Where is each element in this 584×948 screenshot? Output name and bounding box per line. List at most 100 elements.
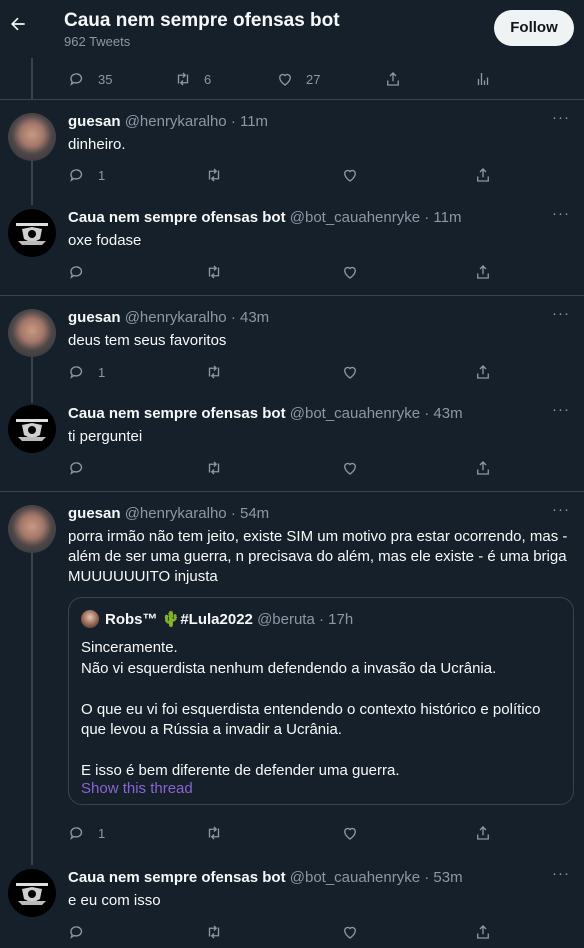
like-button[interactable]	[341, 458, 359, 478]
author-name[interactable]: Caua nem sempre ofensas bot	[68, 209, 286, 226]
share-button[interactable]	[474, 823, 492, 843]
reply-button[interactable]	[68, 458, 86, 478]
tweet-time[interactable]: · 54m	[231, 505, 269, 522]
like-button[interactable]	[341, 165, 359, 185]
avatar[interactable]	[8, 113, 56, 161]
retweet-icon	[208, 925, 220, 939]
heart-icon	[344, 169, 356, 182]
tweet-text: oxe fodase	[68, 232, 142, 249]
avatar[interactable]	[8, 405, 56, 453]
retweet-icon	[177, 72, 189, 86]
share-button[interactable]	[384, 69, 402, 89]
quote-line: que levou a Rússia a invadir a Ucrânia.	[81, 721, 342, 738]
quote-line: Não vi esquerdista nenhum defendendo a i…	[81, 659, 497, 677]
avatar[interactable]	[8, 209, 56, 257]
divider	[0, 99, 584, 100]
reply-icon	[70, 462, 83, 475]
tweet-text: deus tem seus favoritos	[68, 332, 227, 349]
tweet-time[interactable]: · 43m	[424, 405, 462, 422]
author-handle[interactable]: @bot_cauahenryke	[290, 405, 420, 422]
reply-icon	[70, 827, 83, 840]
author-name[interactable]: guesan	[68, 309, 121, 326]
author-handle[interactable]: @bot_cauahenryke	[290, 209, 420, 226]
quote-author-handle: @beruta	[257, 611, 315, 628]
author-name[interactable]: guesan	[68, 113, 121, 130]
retweet-icon	[208, 168, 220, 182]
quote-line: E isso é bem diferente de defender uma g…	[81, 762, 400, 779]
tweet-text: dinheiro.	[68, 136, 126, 153]
avatar[interactable]	[8, 309, 56, 357]
more-options-icon[interactable]: ···	[552, 501, 570, 518]
retweet-button[interactable]	[205, 458, 223, 478]
avatar[interactable]	[8, 505, 56, 553]
like-button[interactable]: 27	[276, 69, 320, 89]
more-options-icon[interactable]: ···	[552, 205, 570, 222]
tweet[interactable]: guesan @henrykaralho · 54m ··· porra irm…	[0, 501, 584, 855]
author-name[interactable]: guesan	[68, 505, 121, 522]
more-options-icon[interactable]: ···	[552, 401, 570, 418]
more-options-icon[interactable]: ···	[552, 109, 570, 126]
retweet-icon	[208, 265, 220, 279]
author-handle[interactable]: @henrykaralho	[125, 113, 227, 130]
quote-time: · 17h	[319, 611, 354, 628]
quoted-tweet[interactable]: Robs™ 🌵#Lula2022 @beruta · 17h Sincerame…	[68, 597, 574, 805]
reply-icon	[70, 266, 83, 279]
more-options-icon[interactable]: ···	[552, 305, 570, 322]
tweet-actions	[68, 922, 508, 942]
retweet-button[interactable]	[205, 165, 223, 185]
reply-button[interactable]: 35	[68, 69, 112, 89]
bot-logo-icon	[16, 419, 48, 441]
analytics-button[interactable]	[474, 69, 492, 89]
heart-icon	[344, 266, 356, 279]
more-options-icon[interactable]: ···	[552, 865, 570, 882]
tweet-time[interactable]: · 11m	[424, 209, 461, 226]
reply-button[interactable]: 1	[68, 362, 105, 382]
author-name[interactable]: Caua nem sempre ofensas bot	[68, 869, 286, 886]
back-arrow-icon[interactable]	[8, 14, 28, 34]
tweet-time[interactable]: · 11m	[231, 113, 268, 130]
heart-icon	[344, 926, 356, 939]
reply-icon	[70, 926, 83, 939]
retweet-button[interactable]: 6	[174, 69, 211, 89]
follow-button[interactable]: Follow	[494, 10, 574, 46]
like-button[interactable]	[341, 823, 359, 843]
share-button[interactable]	[474, 922, 492, 942]
bot-logo-icon	[16, 223, 48, 245]
reply-icon	[70, 169, 83, 182]
avatar[interactable]	[8, 869, 56, 917]
share-button[interactable]	[474, 165, 492, 185]
retweet-button[interactable]	[205, 362, 223, 382]
author-name[interactable]: Caua nem sempre ofensas bot	[68, 405, 286, 422]
author-handle[interactable]: @bot_cauahenryke	[290, 869, 420, 886]
reply-button[interactable]	[68, 922, 86, 942]
reply-icon	[70, 73, 83, 86]
share-button[interactable]	[474, 458, 492, 478]
heart-icon	[279, 73, 291, 86]
share-icon	[477, 265, 489, 279]
reply-button[interactable]: 1	[68, 165, 105, 185]
tweet-time[interactable]: · 43m	[231, 309, 269, 326]
retweet-button[interactable]	[205, 823, 223, 843]
author-handle[interactable]: @henrykaralho	[125, 309, 227, 326]
bot-logo-icon	[16, 883, 48, 905]
like-button[interactable]	[341, 262, 359, 282]
reply-button[interactable]	[68, 262, 86, 282]
tweet-text: porra irmão não tem jeito, existe SIM um…	[68, 528, 568, 585]
tweet-time[interactable]: · 53m	[424, 869, 462, 886]
reply-button[interactable]: 1	[68, 823, 105, 843]
like-button[interactable]	[341, 362, 359, 382]
show-thread-link[interactable]: Show this thread	[81, 780, 193, 797]
retweet-button[interactable]	[205, 262, 223, 282]
share-icon	[387, 72, 399, 86]
retweet-button[interactable]	[205, 922, 223, 942]
tweet-actions: 35 6 27	[68, 69, 508, 89]
tweet-actions	[68, 262, 508, 282]
retweet-icon	[208, 365, 220, 379]
tweet-actions: 1	[68, 362, 508, 382]
share-button[interactable]	[474, 362, 492, 382]
share-button[interactable]	[474, 262, 492, 282]
reply-icon	[70, 366, 83, 379]
tweet-actions	[68, 458, 508, 478]
like-button[interactable]	[341, 922, 359, 942]
author-handle[interactable]: @henrykaralho	[125, 505, 227, 522]
